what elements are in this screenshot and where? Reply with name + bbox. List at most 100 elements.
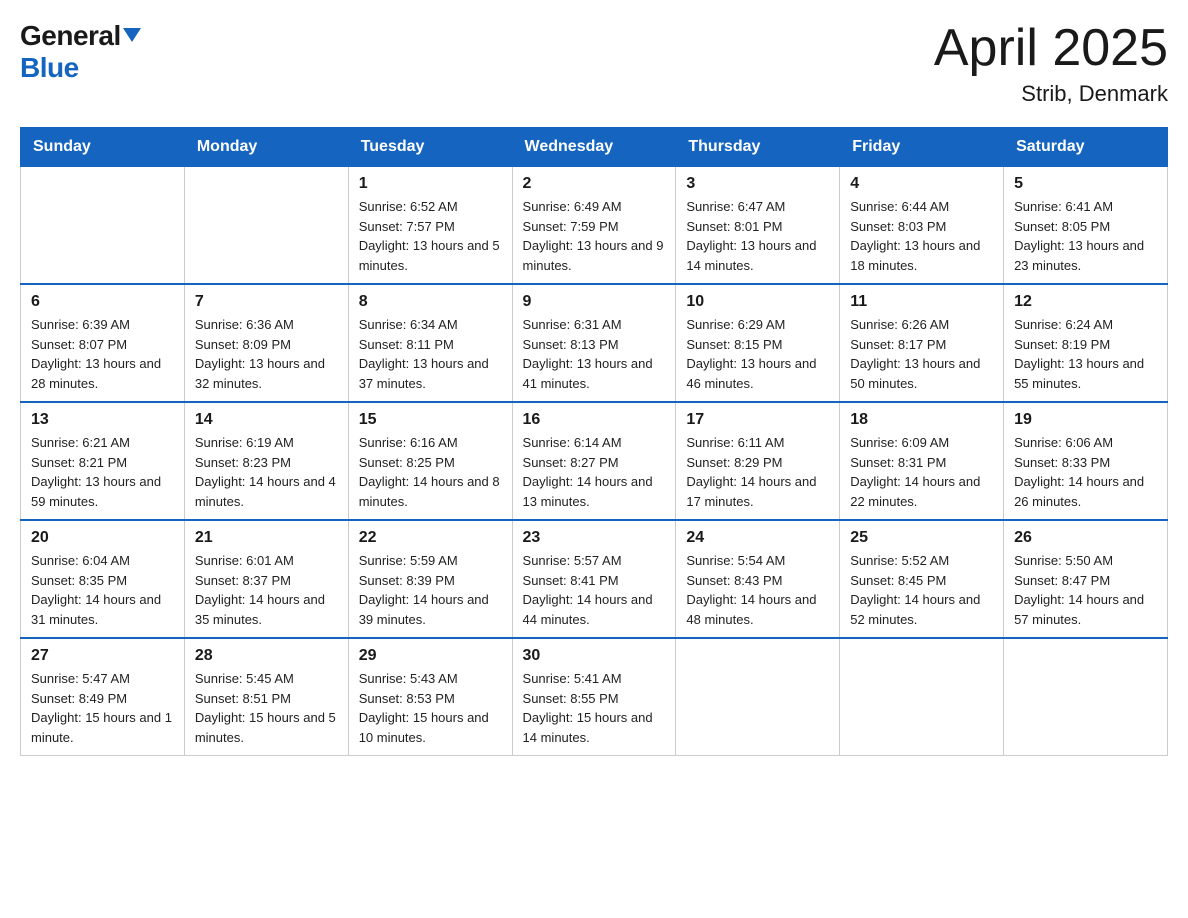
day-number: 29 [359,647,502,665]
col-header-wednesday: Wednesday [512,128,676,167]
day-cell: 5 Sunrise: 6:41 AMSunset: 8:05 PMDaylight… [1004,167,1168,285]
day-info: Sunrise: 5:47 AMSunset: 8:49 PMDaylight:… [31,669,174,747]
week-row-5: 27 Sunrise: 5:47 AMSunset: 8:49 PMDayligh… [21,638,1168,756]
col-header-sunday: Sunday [21,128,185,167]
day-info: Sunrise: 5:54 AMSunset: 8:43 PMDaylight:… [686,551,829,629]
day-number: 23 [523,529,666,547]
day-number: 19 [1014,411,1157,429]
day-cell: 22 Sunrise: 5:59 AMSunset: 8:39 PMDayligh… [348,520,512,638]
day-info: Sunrise: 5:57 AMSunset: 8:41 PMDaylight:… [523,551,666,629]
calendar-table: SundayMondayTuesdayWednesdayThursdayFrid… [20,127,1168,756]
day-number: 8 [359,293,502,311]
day-info: Sunrise: 5:41 AMSunset: 8:55 PMDaylight:… [523,669,666,747]
day-info: Sunrise: 6:39 AMSunset: 8:07 PMDaylight:… [31,315,174,393]
day-cell: 28Sunrise: 5:45 AMSunset: 8:51 PMDayligh… [184,638,348,756]
day-cell: 9Sunrise: 6:31 AMSunset: 8:13 PMDaylight… [512,284,676,402]
day-info: Sunrise: 6:04 AMSunset: 8:35 PMDaylight:… [31,551,174,629]
week-row-4: 20 Sunrise: 6:04 AMSunset: 8:35 PMDayligh… [21,520,1168,638]
day-number: 11 [850,293,993,311]
day-cell: 17 Sunrise: 6:11 AMSunset: 8:29 PMDayligh… [676,402,840,520]
logo-general: General [20,20,121,52]
page-header: General Blue April 2025 Strib, Denmark [20,20,1168,107]
day-info: Sunrise: 6:06 AMSunset: 8:33 PMDaylight:… [1014,433,1157,511]
day-cell: 20 Sunrise: 6:04 AMSunset: 8:35 PMDayligh… [21,520,185,638]
day-number: 18 [850,411,993,429]
day-cell: 30 Sunrise: 5:41 AMSunset: 8:55 PMDayligh… [512,638,676,756]
day-info: Sunrise: 5:43 AMSunset: 8:53 PMDaylight:… [359,669,502,747]
day-number: 15 [359,411,502,429]
day-info: Sunrise: 6:21 AMSunset: 8:21 PMDaylight:… [31,433,174,511]
day-number: 16 [523,411,666,429]
day-info: Sunrise: 6:09 AMSunset: 8:31 PMDaylight:… [850,433,993,511]
col-header-friday: Friday [840,128,1004,167]
day-cell: 14 Sunrise: 6:19 AMSunset: 8:23 PMDayligh… [184,402,348,520]
day-cell [184,167,348,285]
title-section: April 2025 Strib, Denmark [934,20,1168,107]
col-header-monday: Monday [184,128,348,167]
day-info: Sunrise: 5:50 AMSunset: 8:47 PMDaylight:… [1014,551,1157,629]
col-header-tuesday: Tuesday [348,128,512,167]
calendar-title: April 2025 [934,20,1168,77]
day-number: 26 [1014,529,1157,547]
day-cell: 16 Sunrise: 6:14 AMSunset: 8:27 PMDayligh… [512,402,676,520]
day-info: Sunrise: 6:11 AMSunset: 8:29 PMDaylight:… [686,433,829,511]
day-number: 7 [195,293,338,311]
day-cell: 25 Sunrise: 5:52 AMSunset: 8:45 PMDayligh… [840,520,1004,638]
day-cell: 29 Sunrise: 5:43 AMSunset: 8:53 PMDayligh… [348,638,512,756]
day-info: Sunrise: 6:44 AMSunset: 8:03 PMDaylight:… [850,197,993,275]
col-header-thursday: Thursday [676,128,840,167]
day-cell: 13 Sunrise: 6:21 AMSunset: 8:21 PMDayligh… [21,402,185,520]
day-number: 5 [1014,175,1157,193]
day-info: Sunrise: 6:24 AMSunset: 8:19 PMDaylight:… [1014,315,1157,393]
day-number: 1 [359,175,502,193]
day-cell: 26 Sunrise: 5:50 AMSunset: 8:47 PMDayligh… [1004,520,1168,638]
day-number: 27 [31,647,174,665]
day-info: Sunrise: 6:14 AMSunset: 8:27 PMDaylight:… [523,433,666,511]
day-cell: 11 Sunrise: 6:26 AMSunset: 8:17 PMDayligh… [840,284,1004,402]
day-number: 2 [523,175,666,193]
day-number: 10 [686,293,829,311]
day-cell [1004,638,1168,756]
logo: General Blue [20,20,141,84]
day-cell: 2 Sunrise: 6:49 AMSunset: 7:59 PMDaylight… [512,167,676,285]
day-info: Sunrise: 6:49 AMSunset: 7:59 PMDaylight:… [523,197,666,275]
logo-triangle-icon [123,28,141,42]
week-row-2: 6Sunrise: 6:39 AMSunset: 8:07 PMDaylight… [21,284,1168,402]
day-cell: 1 Sunrise: 6:52 AMSunset: 7:57 PMDaylight… [348,167,512,285]
day-number: 30 [523,647,666,665]
day-number: 9 [523,293,666,311]
day-info: Sunrise: 6:41 AMSunset: 8:05 PMDaylight:… [1014,197,1157,275]
day-number: 3 [686,175,829,193]
day-info: Sunrise: 6:01 AMSunset: 8:37 PMDaylight:… [195,551,338,629]
day-info: Sunrise: 6:52 AMSunset: 7:57 PMDaylight:… [359,197,502,275]
day-cell: 6Sunrise: 6:39 AMSunset: 8:07 PMDaylight… [21,284,185,402]
day-number: 22 [359,529,502,547]
day-cell: 15Sunrise: 6:16 AMSunset: 8:25 PMDayligh… [348,402,512,520]
day-info: Sunrise: 6:34 AMSunset: 8:11 PMDaylight:… [359,315,502,393]
day-number: 25 [850,529,993,547]
day-cell [21,167,185,285]
day-cell [840,638,1004,756]
day-number: 20 [31,529,174,547]
day-info: Sunrise: 5:59 AMSunset: 8:39 PMDaylight:… [359,551,502,629]
day-cell [676,638,840,756]
day-cell: 21Sunrise: 6:01 AMSunset: 8:37 PMDayligh… [184,520,348,638]
day-cell: 24 Sunrise: 5:54 AMSunset: 8:43 PMDayligh… [676,520,840,638]
col-header-saturday: Saturday [1004,128,1168,167]
day-cell: 7Sunrise: 6:36 AMSunset: 8:09 PMDaylight… [184,284,348,402]
day-number: 24 [686,529,829,547]
day-cell: 23 Sunrise: 5:57 AMSunset: 8:41 PMDayligh… [512,520,676,638]
day-number: 13 [31,411,174,429]
day-cell: 19 Sunrise: 6:06 AMSunset: 8:33 PMDayligh… [1004,402,1168,520]
day-info: Sunrise: 5:52 AMSunset: 8:45 PMDaylight:… [850,551,993,629]
day-number: 4 [850,175,993,193]
day-info: Sunrise: 6:26 AMSunset: 8:17 PMDaylight:… [850,315,993,393]
day-cell: 27 Sunrise: 5:47 AMSunset: 8:49 PMDayligh… [21,638,185,756]
day-number: 14 [195,411,338,429]
day-info: Sunrise: 6:19 AMSunset: 8:23 PMDaylight:… [195,433,338,511]
day-number: 17 [686,411,829,429]
calendar-subtitle: Strib, Denmark [934,81,1168,107]
day-cell: 3Sunrise: 6:47 AMSunset: 8:01 PMDaylight… [676,167,840,285]
logo-blue: Blue [20,52,79,83]
day-cell: 10Sunrise: 6:29 AMSunset: 8:15 PMDayligh… [676,284,840,402]
